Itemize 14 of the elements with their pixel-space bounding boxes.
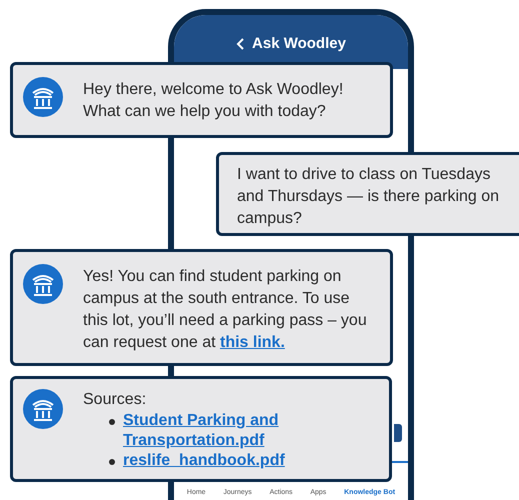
source-link[interactable]: reslife_handbook.pdf: [123, 451, 313, 471]
message-text: Hey there, welcome to Ask Woodley! What can we help you with today?: [83, 80, 344, 122]
message-text: Yes! You can find student parking on campus at the south entrance. To use this lot, you’ll need a parking pass – you can request one at this link.: [83, 267, 368, 353]
header-title: Ask Woodley: [252, 34, 346, 54]
back-icon[interactable]: [236, 38, 244, 50]
building-icon: [23, 389, 63, 429]
message-text: I want to drive to class on Tuesdays and Thursdays — is there parking on campus?: [237, 165, 500, 229]
building-icon: [23, 77, 63, 117]
sources-label: Sources:: [83, 390, 148, 410]
building-icon: [23, 264, 63, 304]
send-button[interactable]: [394, 424, 402, 442]
bullet-icon: [109, 419, 115, 425]
bullet-icon: [109, 459, 115, 465]
message-link[interactable]: this link.: [220, 334, 285, 351]
